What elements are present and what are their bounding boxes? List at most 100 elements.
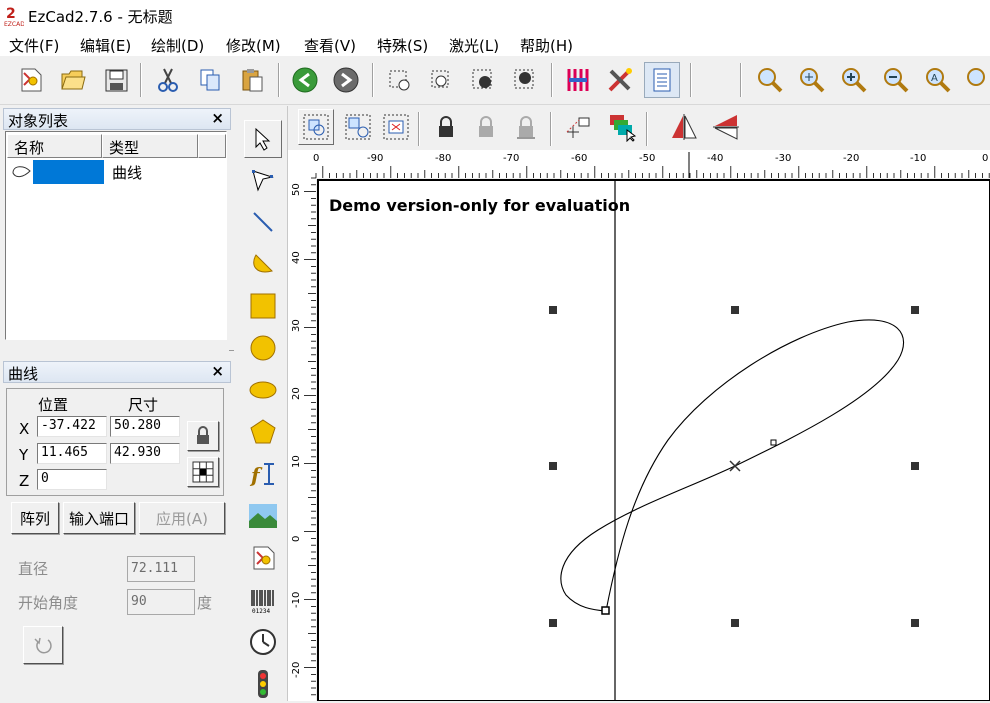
combine-icon[interactable] [465,62,501,98]
paste-icon[interactable] [234,62,270,98]
param-list-icon[interactable] [644,62,680,98]
unlock-all-icon[interactable] [508,109,544,145]
node-edit-arrow-icon[interactable] [244,161,282,199]
selection-handle[interactable] [911,462,919,470]
layer-order-icon[interactable] [604,109,640,145]
zoom-select-icon[interactable]: A [920,62,956,98]
lock-icon [197,426,209,444]
line-tool-icon[interactable] [244,203,282,241]
menu-laser[interactable]: 激光(L) [449,35,499,56]
new-file-icon[interactable] [12,62,48,98]
zoom-icon[interactable] [752,62,788,98]
menu-draw[interactable]: 绘制(D) [151,35,204,56]
height-field[interactable]: 42.930 [110,443,180,464]
text-tool-icon[interactable]: f [244,455,282,493]
v-tick-label-5: 0 [291,536,302,542]
close-icon[interactable]: × [211,109,224,127]
anchor-grid-button[interactable] [187,457,219,487]
copy-icon[interactable] [192,62,228,98]
input-port-button[interactable]: 输入端口 [63,502,135,534]
mirror-horizontal-icon[interactable] [666,109,702,145]
list-item[interactable]: 曲线 [8,160,224,184]
selection-handle[interactable] [549,619,557,627]
diameter-field[interactable]: 72.111 [127,556,195,582]
zoom-in-icon[interactable] [836,62,872,98]
menu-edit[interactable]: 编辑(E) [80,35,131,56]
circle-tool-icon[interactable] [244,329,282,367]
ellipse-tool-icon[interactable] [244,371,282,409]
width-field[interactable]: 50.280 [110,416,180,437]
ezcad-logo-icon: 2 EZCAD [4,5,25,28]
selection-handle[interactable] [549,462,557,470]
forward-icon[interactable] [328,62,364,98]
menu-special[interactable]: 特殊(S) [377,35,428,56]
row-name[interactable] [33,160,104,184]
selection-handle[interactable] [549,306,557,314]
draw-toolbar: f 01234 [236,106,288,701]
barcode-tool-icon[interactable]: 01234 [244,581,282,619]
node-edit-icon[interactable] [423,62,459,98]
tools-icon[interactable] [602,62,638,98]
cut-icon[interactable] [150,62,186,98]
h-tick-label-2: -80 [435,153,451,164]
delete-object-icon[interactable] [378,109,414,145]
menu-help[interactable]: 帮助(H) [520,35,573,56]
hatch-icon[interactable] [560,62,596,98]
mirror-vertical-icon[interactable] [708,109,744,145]
column-type[interactable]: 类型 [102,134,198,158]
open-folder-icon[interactable] [55,62,91,98]
menu-modify[interactable]: 修改(M) [226,35,281,56]
diameter-label: 直径 [18,560,49,578]
rectangle-tool-icon[interactable] [244,287,282,325]
selection-handle[interactable] [731,619,739,627]
drawing-canvas[interactable]: 0 -90 -80 -70 -60 -50 -40 -30 -20 -10 0 … [288,150,990,701]
bitmap-tool-icon[interactable] [244,497,282,535]
h-tick-label-10: 0 [982,153,988,164]
menu-view[interactable]: 查看(V) [304,35,356,56]
object-list[interactable]: 名称 类型 曲线 [5,131,227,340]
lock-object-icon[interactable] [428,109,464,145]
column-name[interactable]: 名称 [7,134,102,158]
work-area[interactable] [317,179,990,701]
select-arrow-icon[interactable] [244,120,282,158]
h-tick-label-8: -20 [843,153,859,164]
selection-handle[interactable] [731,306,739,314]
apply-button[interactable]: 应用(A) [139,502,225,534]
curve-start-node[interactable] [601,606,610,615]
array-button[interactable]: 阵列 [11,502,59,534]
ungroup-icon[interactable] [340,109,376,145]
lock-ratio-button[interactable] [187,421,219,451]
selection-handle[interactable] [911,306,919,314]
input-port-tool-icon[interactable] [244,665,282,703]
vector-file-tool-icon[interactable] [244,539,282,577]
h-tick-label-9: -10 [910,153,926,164]
h-tick-label-7: -30 [775,153,791,164]
start-angle-field[interactable]: 90 [127,589,195,615]
curve-tool-icon[interactable] [244,245,282,283]
rotate-direction-button[interactable] [23,626,63,664]
zoom-all-icon[interactable] [794,62,830,98]
break-icon[interactable] [507,62,543,98]
position-label: 位置 [38,396,69,414]
selection-handle[interactable] [911,619,919,627]
curve-node[interactable] [770,439,777,446]
node-select-icon[interactable] [381,62,417,98]
x-position-field[interactable]: -37.422 [37,416,107,437]
polygon-tool-icon[interactable] [244,413,282,451]
reference-point-icon[interactable] [560,109,596,145]
close-icon[interactable]: × [211,362,224,380]
v-tick-label-2: 30 [291,319,302,332]
timer-tool-icon[interactable] [244,623,282,661]
zoom-fit-icon[interactable] [962,62,990,98]
panel-splitter[interactable] [229,350,234,355]
back-icon[interactable] [287,62,323,98]
start-angle-label: 开始角度 [18,594,79,612]
y-position-field[interactable]: 11.465 [37,443,107,464]
group-icon[interactable] [298,109,334,145]
canvas-svg[interactable]: 0 -90 -80 -70 -60 -50 -40 -30 -20 -10 0 … [288,150,990,701]
save-icon[interactable] [98,62,134,98]
menu-file[interactable]: 文件(F) [9,35,59,56]
unlock-object-icon[interactable] [468,109,504,145]
z-position-field[interactable]: 0 [37,469,107,490]
zoom-out-icon[interactable] [878,62,914,98]
